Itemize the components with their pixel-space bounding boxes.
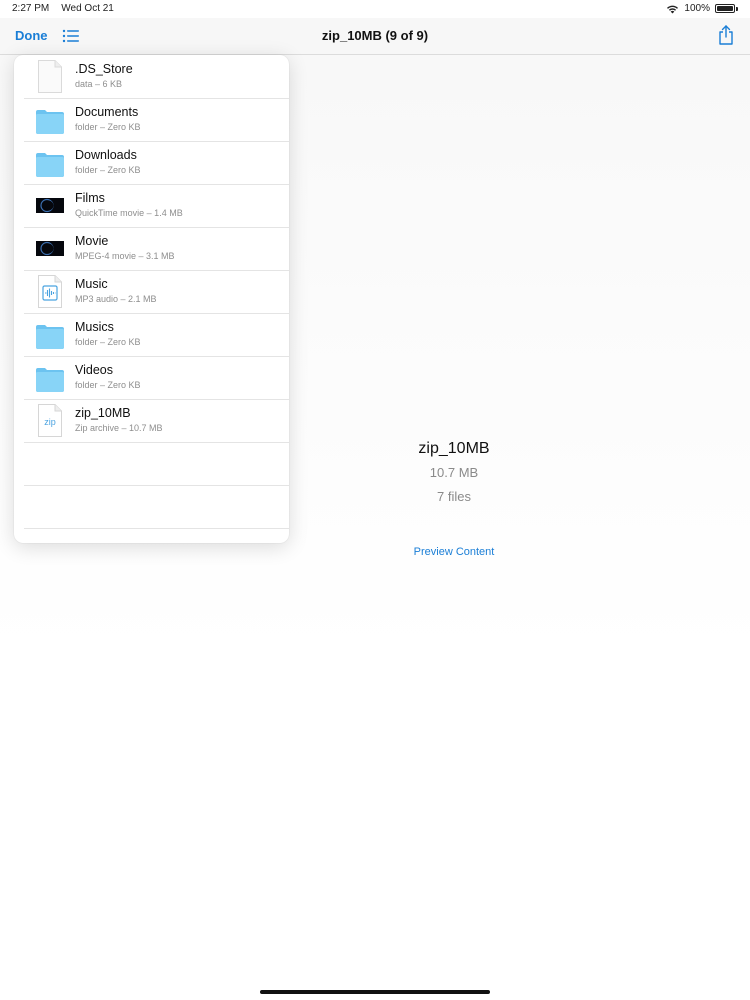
folder-icon (36, 103, 64, 136)
file-row-music[interactable]: Music MP3 audio – 2.1 MB (24, 270, 289, 314)
wifi-icon (666, 4, 679, 14)
file-name: Videos (75, 363, 113, 377)
document-icon (36, 60, 64, 93)
audio-file-icon (36, 275, 64, 308)
file-name: Musics (75, 320, 114, 334)
status-date: Wed Oct 21 (61, 3, 114, 14)
home-indicator[interactable] (260, 990, 490, 994)
file-meta: MPEG-4 movie – 3.1 MB (75, 251, 175, 261)
file-row-musics[interactable]: Musics folder – Zero KB (24, 313, 289, 357)
file-name: Downloads (75, 148, 137, 162)
movie-thumbnail-icon (36, 232, 64, 265)
nav-title: zip_10MB (9 of 9) (321, 28, 429, 43)
file-meta: folder – Zero KB (75, 337, 141, 347)
file-meta: folder – Zero KB (75, 165, 141, 175)
file-meta: folder – Zero KB (75, 122, 141, 132)
battery-icon (715, 4, 738, 13)
folder-icon (36, 318, 64, 351)
file-row-documents[interactable]: Documents folder – Zero KB (24, 98, 289, 142)
file-name: zip_10MB (75, 406, 131, 420)
file-row-movie[interactable]: Movie MPEG-4 movie – 3.1 MB (24, 227, 289, 271)
preview-title: zip_10MB (418, 440, 490, 457)
file-row-films[interactable]: Films QuickTime movie – 1.4 MB (24, 184, 289, 228)
file-name: Films (75, 191, 105, 205)
zip-file-icon: zip (36, 404, 64, 437)
preview-file-count: 7 files (437, 489, 471, 504)
file-meta: data – 6 KB (75, 79, 123, 89)
file-meta: QuickTime movie – 1.4 MB (75, 208, 183, 218)
status-time: 2:27 PM (12, 3, 50, 14)
file-name: Music (75, 277, 108, 291)
file-meta: folder – Zero KB (75, 380, 141, 390)
file-list-popover: .DS_Store data – 6 KB Documents folder –… (14, 55, 289, 543)
file-meta: Zip archive – 10.7 MB (75, 423, 163, 433)
file-row-ds-store[interactable]: .DS_Store data – 6 KB (24, 55, 289, 99)
folder-icon (36, 361, 64, 394)
movie-thumbnail-icon (36, 189, 64, 222)
file-name: .DS_Store (75, 62, 133, 76)
file-name: Movie (75, 234, 109, 248)
preview-content-link[interactable]: Preview Content (320, 546, 588, 558)
file-row-downloads[interactable]: Downloads folder – Zero KB (24, 141, 289, 185)
battery-percentage: 100% (684, 3, 710, 14)
empty-row (24, 485, 289, 529)
share-icon[interactable] (718, 25, 734, 45)
file-name: Documents (75, 105, 139, 119)
navigation-bar: Done zip_10MB (9 of 9) (0, 18, 750, 55)
file-row-zip-10mb[interactable]: zip zip_10MB Zip archive – 10.7 MB (24, 399, 289, 443)
file-meta: MP3 audio – 2.1 MB (75, 294, 157, 304)
zip-icon-label: zip (44, 417, 56, 427)
file-row-videos[interactable]: Videos folder – Zero KB (24, 356, 289, 400)
folder-icon (36, 146, 64, 179)
empty-row (24, 442, 289, 486)
preview-size: 10.7 MB (429, 465, 479, 480)
status-bar: 2:27 PM Wed Oct 21 100% (0, 0, 750, 18)
